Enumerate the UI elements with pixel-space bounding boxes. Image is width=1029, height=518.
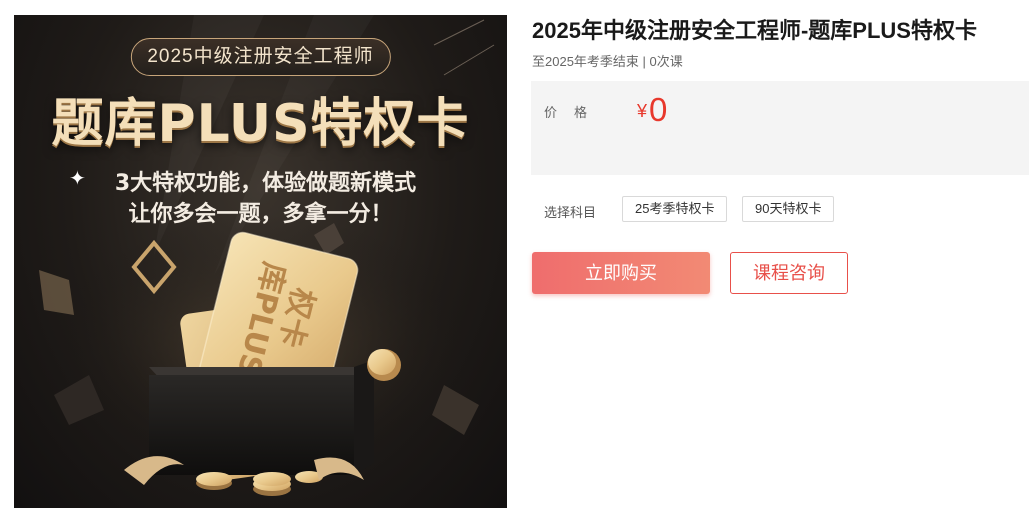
price-value: ¥0 [637, 91, 667, 129]
option-90-day-card[interactable]: 90天特权卡 [742, 196, 835, 222]
buy-now-button[interactable]: 立即购买 [532, 252, 710, 294]
option-25-season-card[interactable]: 25考季特权卡 [622, 196, 728, 222]
deco-line [433, 19, 485, 46]
deco-line [443, 44, 495, 76]
banner-subline-2: 让你多会一题，多拿一分！ [128, 202, 393, 227]
price-label: 价格 [544, 105, 605, 120]
product-banner: 会员 库PLUS 权卡 2025中级注册安全工程师 题库 [14, 15, 507, 508]
currency-symbol: ¥ [637, 101, 648, 121]
floating-shape [39, 270, 74, 315]
banner-headline: 题库PLUS特权卡 [51, 94, 470, 154]
price-amount: 0 [649, 91, 668, 128]
coin [367, 349, 401, 381]
gift-box-side [354, 360, 374, 475]
banner-subline-1: 3大特权功能，体验做题新模式 [114, 171, 417, 196]
product-meta: 至2025年考季结束 | 0次课 [532, 54, 683, 69]
price-panel: 价格 ¥0 [531, 81, 1029, 175]
product-title: 2025年中级注册安全工程师-题库PLUS特权卡 [532, 18, 977, 43]
banner-pill: 2025中级注册安全工程师 [130, 38, 391, 76]
subject-selector-label: 选择科目 [544, 205, 597, 220]
course-consult-button[interactable]: 课程咨询 [730, 252, 848, 294]
coin-stack [196, 471, 323, 496]
